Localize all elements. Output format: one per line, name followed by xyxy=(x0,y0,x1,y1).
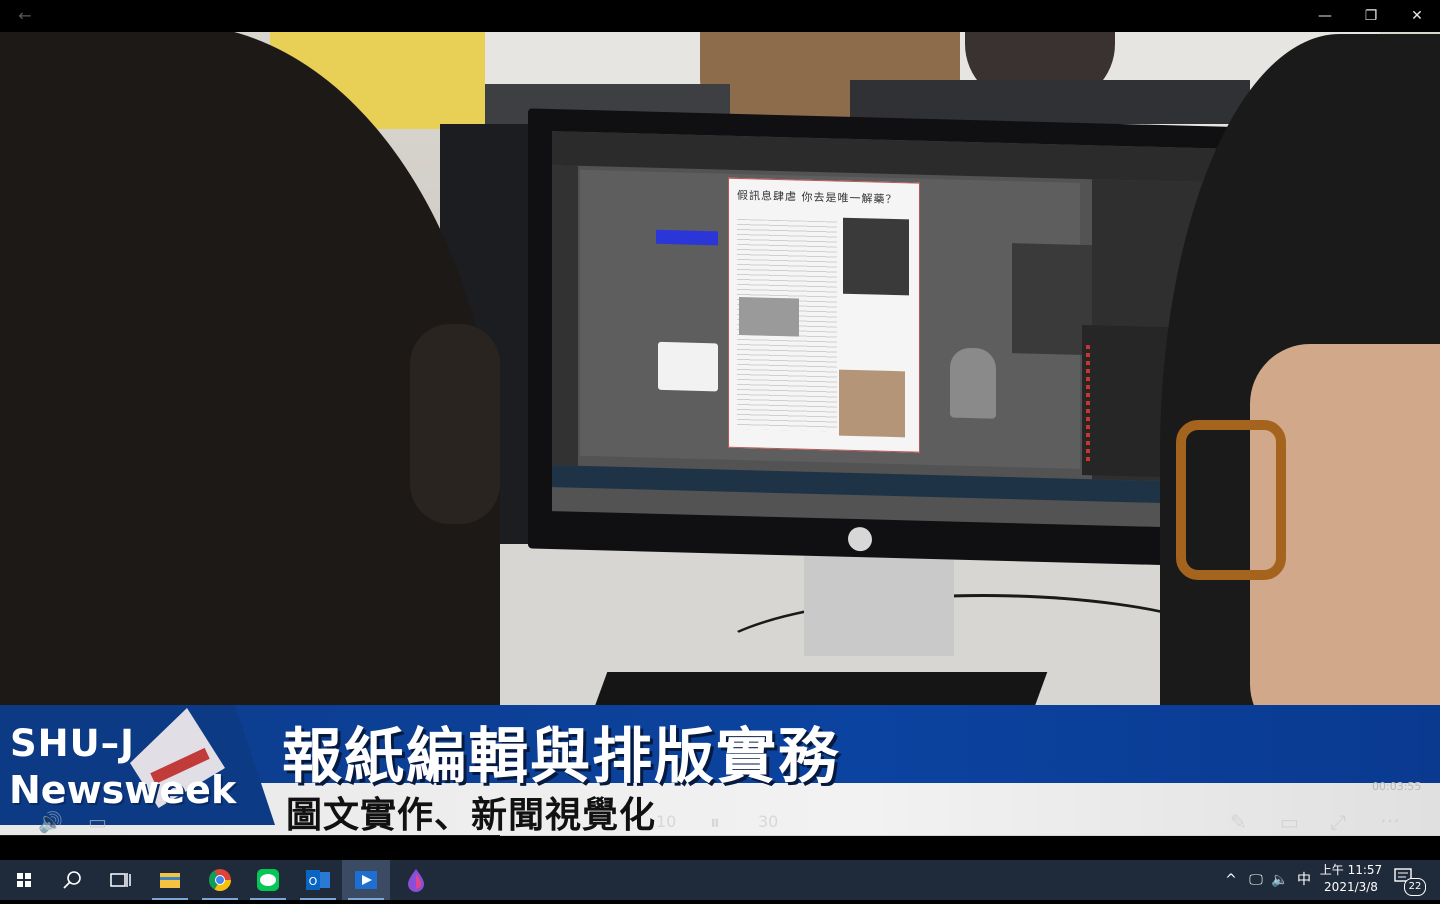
windows-icon xyxy=(17,873,31,887)
edit-icon[interactable]: ✎ xyxy=(1230,810,1247,834)
newspaper-page: 假訊息肆虐 你去是唯一解藥？ xyxy=(728,177,920,453)
video-subtitle: 圖文實作、新聞視覺化 xyxy=(286,795,657,836)
taskbar: O ^ 🖵 🔈 中 上午 11:57 2021/3/8 22 xyxy=(0,860,1440,900)
miniview-icon[interactable]: ▭ xyxy=(1280,810,1299,834)
droplet-icon xyxy=(408,869,424,892)
monitor-screen: 假訊息肆虐 你去是唯一解藥？ xyxy=(552,131,1224,529)
task-view-button[interactable] xyxy=(96,860,144,900)
phone-photo xyxy=(843,217,909,296)
chrome-icon xyxy=(209,869,231,891)
fullscreen-icon[interactable]: ⤢ xyxy=(1330,810,1346,834)
svg-text:O: O xyxy=(309,875,318,888)
background-monitor xyxy=(850,80,1250,124)
task-view-icon xyxy=(110,873,131,887)
start-button[interactable] xyxy=(0,860,48,900)
monitor-stand xyxy=(804,556,954,656)
clock[interactable]: 上午 11:57 2021/3/8 xyxy=(1316,862,1386,896)
video-title: 報紙編輯與排版實務 xyxy=(282,722,840,792)
clock-date: 2021/3/8 xyxy=(1324,880,1378,894)
logo-card xyxy=(658,341,718,392)
class-photo xyxy=(739,296,799,337)
outlook-button[interactable]: O xyxy=(294,860,342,900)
notification-badge: 22 xyxy=(1404,878,1426,896)
app-toolbar xyxy=(552,165,578,466)
timecode: 00:03:55 xyxy=(1372,780,1422,793)
portrait-photo xyxy=(839,369,905,438)
line-button[interactable] xyxy=(244,860,292,900)
title-bar: ← — ❐ ✕ xyxy=(0,0,1440,32)
monitor: 假訊息肆虐 你去是唯一解藥？ xyxy=(528,108,1258,568)
ime-indicator[interactable]: 中 xyxy=(1292,860,1316,900)
captions-icon[interactable]: ▭ xyxy=(88,810,107,834)
minimize-button[interactable]: — xyxy=(1302,0,1348,32)
folder-icon xyxy=(160,873,180,888)
glasses-right xyxy=(1176,420,1286,580)
search-button[interactable] xyxy=(48,860,96,900)
movies-tv-button[interactable] xyxy=(342,860,390,900)
network-icon[interactable]: 🖵 xyxy=(1244,860,1268,900)
maximize-button[interactable]: ❐ xyxy=(1348,0,1394,32)
clock-time: 上午 11:57 xyxy=(1319,863,1383,877)
pasteboard-portrait xyxy=(950,347,996,419)
chrome-button[interactable] xyxy=(196,860,244,900)
file-explorer-button[interactable] xyxy=(146,860,194,900)
close-button[interactable]: ✕ xyxy=(1394,0,1440,32)
brand-name-line2: Newsweek xyxy=(9,768,237,812)
rewind-button[interactable]: 10 xyxy=(656,810,676,834)
brand-name-line1: SHU–J xyxy=(10,722,135,765)
more-icon[interactable]: ⋯ xyxy=(1380,808,1400,832)
back-button[interactable]: ← xyxy=(10,4,40,28)
hp-logo xyxy=(848,526,872,552)
line-icon xyxy=(257,869,279,891)
page-headline: 假訊息肆虐 你去是唯一解藥？ xyxy=(737,188,898,207)
pause-icon[interactable]: ⏸ xyxy=(710,810,720,834)
layout-canvas: 假訊息肆虐 你去是唯一解藥？ xyxy=(580,169,1080,469)
drop-app-button[interactable] xyxy=(392,860,440,900)
show-hidden-icons[interactable]: ^ xyxy=(1220,860,1242,900)
play-icon xyxy=(355,871,377,889)
volume-icon[interactable]: 🔊 xyxy=(38,810,63,834)
volume-tray-icon[interactable]: 🔈 xyxy=(1268,860,1292,900)
outlook-icon: O xyxy=(306,870,330,890)
blue-shape xyxy=(656,229,718,246)
glasses-left xyxy=(410,324,500,524)
search-icon xyxy=(63,871,81,889)
forward-button[interactable]: 30 xyxy=(758,810,778,834)
